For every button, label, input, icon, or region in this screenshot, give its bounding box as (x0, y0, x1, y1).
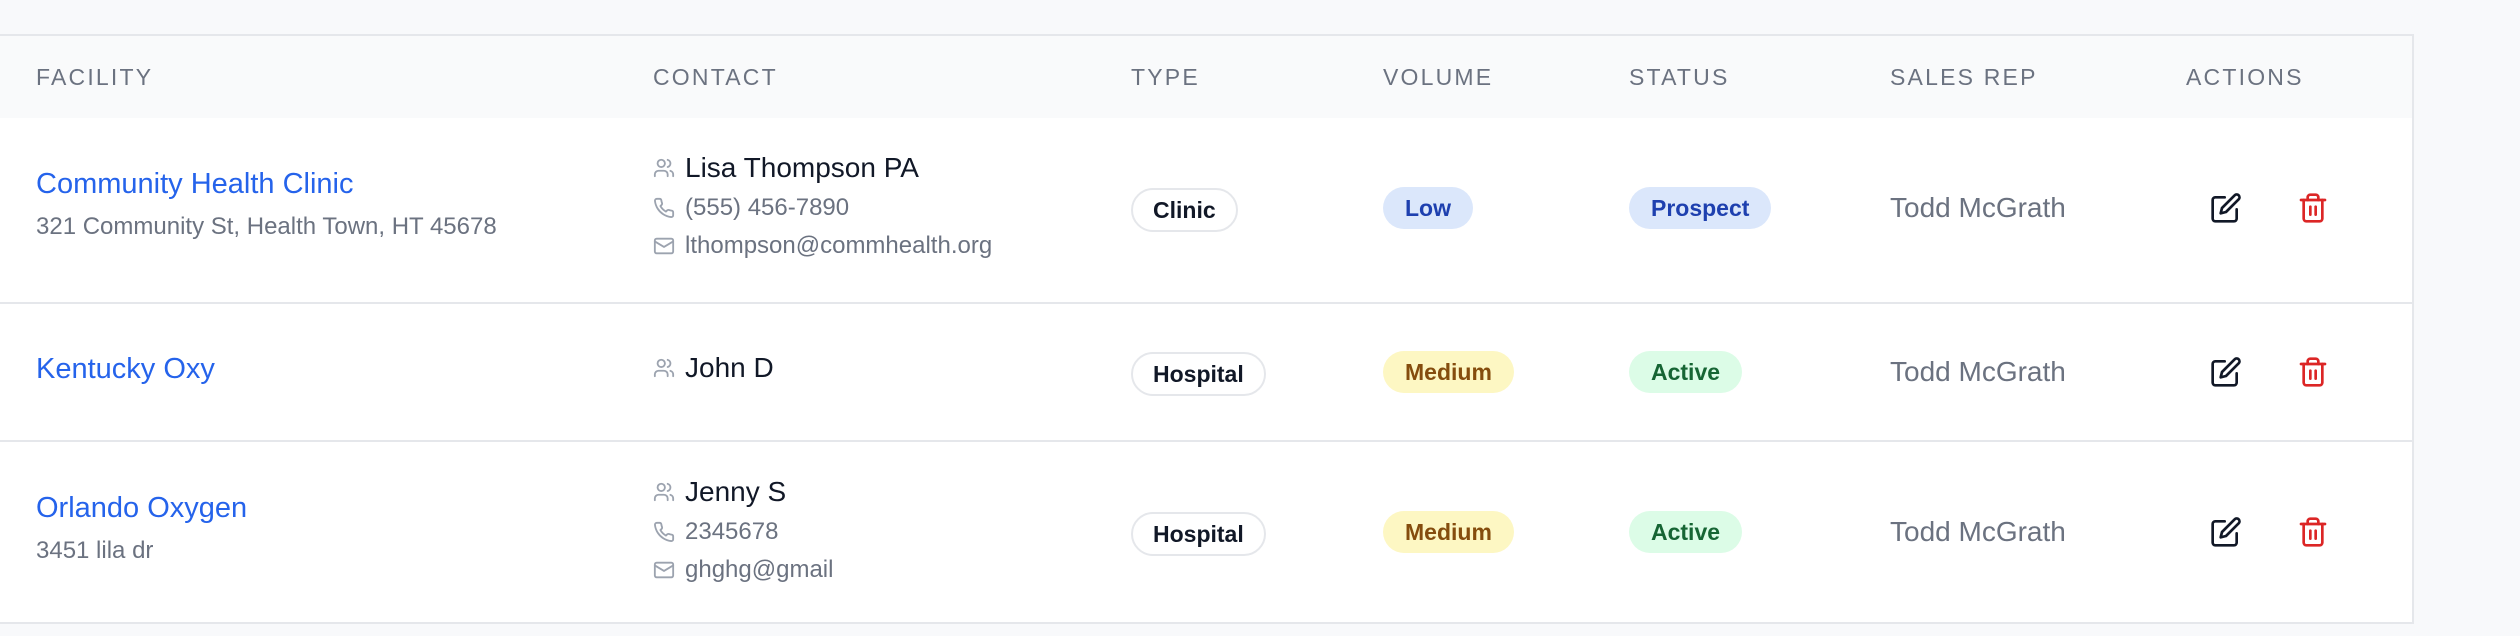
contact-email: lthompson@commhealth.org (685, 232, 993, 259)
status-badge: Active (1629, 351, 1743, 393)
delete-button[interactable] (2293, 512, 2333, 552)
edit-button[interactable] (2206, 188, 2246, 228)
users-icon (653, 481, 675, 503)
contact-phone-line: (555) 456-7890 (653, 194, 992, 222)
volume-cell: Medium (1383, 351, 1514, 393)
type-badge: Hospital (1131, 352, 1266, 396)
edit-button[interactable] (2206, 352, 2246, 392)
phone-icon (653, 521, 675, 543)
type-cell: Clinic (1131, 188, 1238, 232)
contact-name: Lisa Thompson PA (685, 152, 919, 183)
contact-name-line: Lisa Thompson PA (653, 152, 992, 184)
table-row: Community Health Clinic 321 Community St… (0, 118, 2412, 304)
type-cell: Hospital (1131, 352, 1266, 396)
users-icon (653, 357, 675, 379)
table-row: Kentucky Oxy John D Hospital Medium Acti… (0, 304, 2412, 442)
status-cell: Active (1629, 351, 1743, 393)
delete-button[interactable] (2293, 352, 2333, 392)
table-header: FACILITY CONTACT TYPE VOLUME STATUS SALE… (0, 36, 2412, 118)
header-status[interactable]: STATUS (1629, 64, 1730, 91)
facility-address: 321 Community St, Health Town, HT 45678 (36, 213, 497, 240)
header-facility[interactable]: FACILITY (36, 64, 153, 91)
contact-email-line: lthompson@commhealth.org (653, 232, 992, 260)
header-sales-rep[interactable]: SALES REP (1890, 64, 2038, 91)
volume-cell: Medium (1383, 511, 1514, 553)
facility-cell: Orlando Oxygen 3451 lila dr (36, 492, 247, 565)
trash-icon (2299, 517, 2327, 547)
edit-icon (2211, 357, 2241, 387)
users-icon (653, 157, 675, 179)
table-row: Orlando Oxygen 3451 lila dr Jenny S 2345… (0, 442, 2412, 622)
contact-cell: Jenny S 2345678 ghghg@gmail (653, 476, 833, 584)
header-actions: ACTIONS (2186, 64, 2304, 90)
contact-phone: (555) 456-7890 (685, 194, 850, 221)
volume-badge: Medium (1383, 351, 1514, 393)
contact-email-line: ghghg@gmail (653, 556, 833, 584)
sales-rep: Todd McGrath (1890, 356, 2066, 387)
status-badge: Prospect (1629, 187, 1772, 229)
facility-name-link[interactable]: Kentucky Oxy (36, 353, 215, 386)
volume-cell: Low (1383, 187, 1473, 229)
edit-button[interactable] (2206, 512, 2246, 552)
sales-rep: Todd McGrath (1890, 192, 2066, 223)
status-cell: Prospect (1629, 187, 1772, 229)
mail-icon (653, 235, 675, 257)
contact-name-line: Jenny S (653, 476, 833, 508)
contact-phone-line: 2345678 (653, 518, 833, 546)
contact-name-line: John D (653, 352, 774, 384)
header-volume[interactable]: VOLUME (1383, 64, 1493, 91)
volume-badge: Medium (1383, 511, 1514, 553)
contact-cell: Lisa Thompson PA (555) 456-7890 lthompso… (653, 152, 992, 260)
status-badge: Active (1629, 511, 1743, 553)
contact-cell: John D (653, 352, 774, 384)
edit-icon (2211, 193, 2241, 223)
header-type[interactable]: TYPE (1131, 64, 1200, 91)
volume-badge: Low (1383, 187, 1473, 229)
contact-name: John D (685, 352, 774, 383)
facility-name-link[interactable]: Community Health Clinic (36, 168, 497, 201)
contact-phone: 2345678 (685, 518, 779, 545)
status-cell: Active (1629, 511, 1743, 553)
phone-icon (653, 197, 675, 219)
facility-cell: Community Health Clinic 321 Community St… (36, 168, 497, 241)
edit-icon (2211, 517, 2241, 547)
contact-email: ghghg@gmail (685, 556, 834, 583)
header-contact[interactable]: CONTACT (653, 64, 778, 91)
trash-icon (2299, 193, 2327, 223)
facilities-table: FACILITY CONTACT TYPE VOLUME STATUS SALE… (0, 34, 2414, 624)
sales-rep: Todd McGrath (1890, 516, 2066, 547)
delete-button[interactable] (2293, 188, 2333, 228)
type-cell: Hospital (1131, 512, 1266, 556)
mail-icon (653, 559, 675, 581)
type-badge: Clinic (1131, 188, 1238, 232)
facility-name-link[interactable]: Orlando Oxygen (36, 492, 247, 525)
type-badge: Hospital (1131, 512, 1266, 556)
contact-name: Jenny S (685, 476, 787, 507)
facility-address: 3451 lila dr (36, 537, 154, 564)
trash-icon (2299, 357, 2327, 387)
facility-cell: Kentucky Oxy (36, 353, 215, 386)
